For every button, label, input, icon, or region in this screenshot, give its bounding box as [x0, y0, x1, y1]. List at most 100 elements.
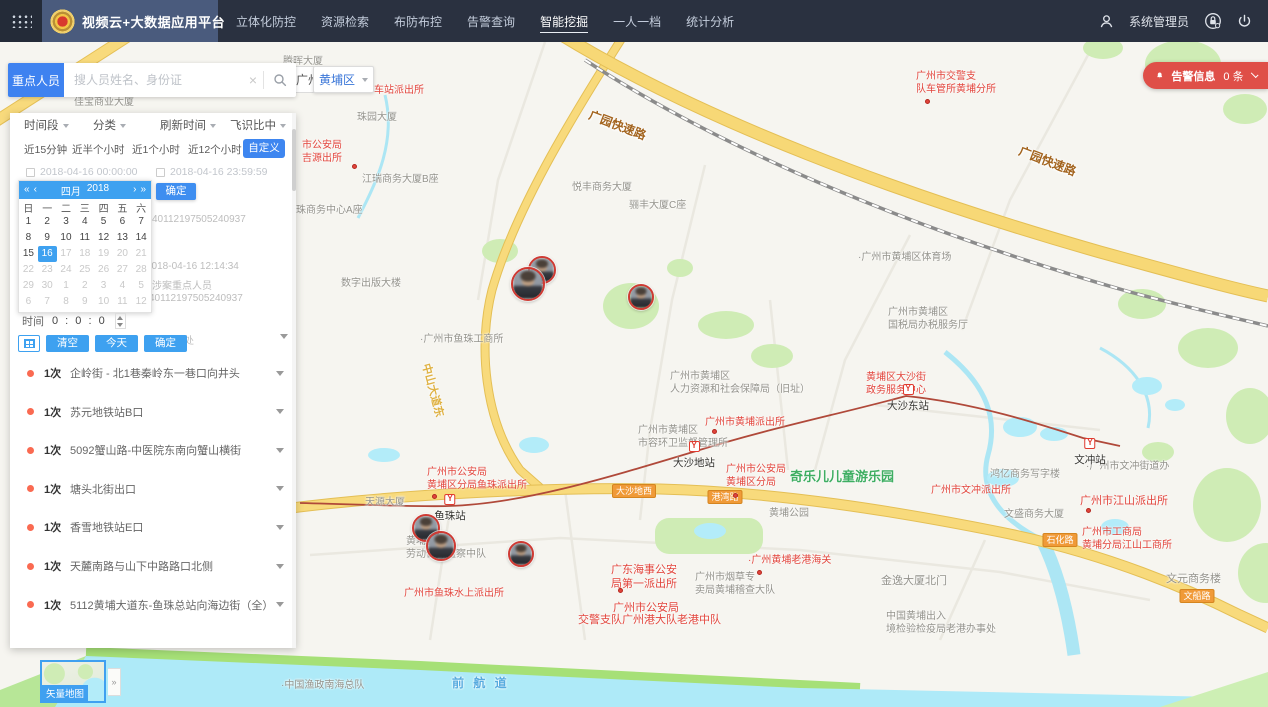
minimap-handle[interactable]: » — [108, 668, 121, 696]
calendar-day[interactable]: 22 — [19, 262, 38, 278]
menu-item[interactable]: 统计分析 — [686, 10, 734, 32]
calendar-day[interactable]: 21 — [132, 246, 151, 262]
user-icon[interactable] — [1099, 14, 1114, 29]
alert-pill[interactable]: 告警信息 0 条 — [1143, 62, 1268, 89]
calendar-day[interactable]: 11 — [113, 294, 132, 310]
calendar-day[interactable]: 30 — [38, 278, 57, 294]
calendar-day[interactable]: 1 — [57, 278, 76, 294]
calendar-day[interactable]: 6 — [19, 294, 38, 310]
power-icon[interactable] — [1237, 14, 1252, 29]
calendar-day[interactable]: 2 — [75, 278, 94, 294]
calendar-day[interactable]: 15 — [19, 246, 38, 262]
person-photo-marker[interactable] — [426, 531, 456, 561]
person-photo-marker[interactable] — [628, 284, 654, 310]
chevron-down-icon[interactable] — [276, 448, 284, 453]
calendar-day[interactable]: 8 — [57, 294, 76, 310]
filter-dropdown[interactable]: 刷新时间 — [160, 117, 216, 133]
list-item[interactable]: 1次企岭街 - 北1巷秦岭东一巷口向井头 — [10, 356, 296, 390]
calendar-day[interactable]: 10 — [94, 294, 113, 310]
calendar-day[interactable]: 8 — [19, 230, 38, 246]
chevron-down-icon[interactable] — [276, 602, 284, 607]
chevron-down-icon[interactable] — [1250, 70, 1258, 78]
calendar-button[interactable]: 清空 — [46, 335, 89, 352]
calendar-day[interactable]: 10 — [57, 230, 76, 246]
menu-item[interactable]: 告警查询 — [467, 10, 515, 32]
calendar-day[interactable]: 12 — [94, 230, 113, 246]
calendar-day[interactable]: 19 — [94, 246, 113, 262]
quick-range[interactable]: 近15分钟 — [24, 142, 67, 157]
calendar-day[interactable]: 3 — [94, 278, 113, 294]
chevron-down-icon[interactable] — [276, 371, 284, 376]
calendar-day[interactable]: 20 — [113, 246, 132, 262]
list-item[interactable]: 1次苏元地铁站B口 — [10, 395, 296, 429]
calendar-day[interactable]: 29 — [19, 278, 38, 294]
calendar-day[interactable]: 9 — [75, 294, 94, 310]
next-year-icon[interactable]: » — [140, 181, 146, 199]
calendar-day[interactable]: 7 — [132, 214, 151, 230]
calendar-day[interactable]: 28 — [132, 262, 151, 278]
calendar-day[interactable]: 1 — [19, 214, 38, 230]
list-item[interactable]: 1次香雪地铁站E口 — [10, 510, 296, 544]
chevron-down-icon[interactable] — [276, 486, 284, 491]
prev-month-icon[interactable]: ‹ — [34, 181, 37, 199]
menu-item[interactable]: 智能挖掘 — [540, 10, 588, 33]
range-start-value[interactable]: 2018-04-16 00:00:00 — [40, 166, 138, 178]
custom-range-button[interactable]: 自定义 — [243, 139, 285, 158]
filter-dropdown[interactable]: 时间段 — [24, 117, 69, 133]
panel-scrollbar[interactable] — [292, 113, 296, 648]
menu-item[interactable]: 一人一档 — [613, 10, 661, 32]
search-tag-button[interactable]: 重点人员 — [8, 63, 64, 97]
username-label[interactable]: 系统管理员 — [1129, 13, 1189, 30]
calendar-day[interactable]: 17 — [57, 246, 76, 262]
calendar-day[interactable]: 13 — [113, 230, 132, 246]
list-item[interactable]: 1次天麓南路与山下中路路口北侧 — [10, 549, 296, 583]
menu-item[interactable]: 立体化防控 — [236, 10, 296, 32]
calendar-day[interactable]: 16 — [38, 246, 57, 262]
calendar-day[interactable]: 18 — [75, 246, 94, 262]
prev-year-icon[interactable]: « — [24, 181, 30, 199]
calendar-button[interactable]: 确定 — [144, 335, 187, 352]
time-stepper[interactable] — [115, 313, 126, 329]
calendar-day[interactable]: 7 — [38, 294, 57, 310]
calendar-day[interactable]: 23 — [38, 262, 57, 278]
calendar-day[interactable]: 6 — [113, 214, 132, 230]
calendar-day[interactable]: 27 — [113, 262, 132, 278]
checkbox-start[interactable] — [26, 168, 35, 177]
calendar-button[interactable]: 今天 — [95, 335, 138, 352]
list-item[interactable]: 1次5112黄埔大道东-鱼珠总站向海边街（全） — [10, 588, 296, 622]
search-icon[interactable] — [264, 73, 296, 87]
calendar-day[interactable]: 2 — [38, 214, 57, 230]
calendar-day[interactable]: 11 — [75, 230, 94, 246]
chevron-down-icon[interactable] — [276, 564, 284, 569]
calendar-day[interactable]: 26 — [94, 262, 113, 278]
time-value[interactable]: 0 : 0 : 0 — [52, 315, 107, 327]
filter-dropdown[interactable]: 分类 — [93, 117, 126, 133]
calendar-day[interactable]: 3 — [57, 214, 76, 230]
clear-icon[interactable]: × — [243, 72, 263, 88]
menu-item[interactable]: 资源检索 — [321, 10, 369, 32]
list-item[interactable]: 1次塘头北街出口 — [10, 472, 296, 506]
filter-dropdown[interactable]: 飞识比中 — [230, 117, 286, 133]
security-settings-icon[interactable] — [1204, 12, 1222, 30]
range-end-value[interactable]: 2018-04-16 23:59:59 — [170, 166, 268, 178]
checkbox-end[interactable] — [156, 168, 165, 177]
calendar-day[interactable]: 5 — [132, 278, 151, 294]
calendar-day[interactable]: 24 — [57, 262, 76, 278]
app-grid-button[interactable] — [0, 0, 42, 42]
calendar-day[interactable]: 12 — [132, 294, 151, 310]
district-dropdown[interactable]: 黄埔区 — [313, 66, 374, 93]
chevron-down-icon[interactable] — [276, 409, 284, 414]
calendar-day[interactable]: 25 — [75, 262, 94, 278]
person-photo-marker[interactable] — [508, 541, 534, 567]
calendar-day[interactable]: 4 — [113, 278, 132, 294]
range-confirm-button[interactable]: 确定 — [156, 183, 196, 200]
calendar-day[interactable]: 14 — [132, 230, 151, 246]
quick-range[interactable]: 近12个小时 — [188, 142, 242, 157]
person-photo-marker[interactable] — [511, 267, 545, 301]
list-item[interactable]: 1次5092蟹山路-中医院东南向蟹山横街 — [10, 433, 296, 467]
calendar-day[interactable]: 4 — [75, 214, 94, 230]
calendar-day[interactable]: 9 — [38, 230, 57, 246]
calendar-grid-button[interactable] — [18, 335, 40, 352]
quick-range[interactable]: 近半个小时 — [72, 142, 125, 157]
search-input[interactable] — [64, 73, 243, 87]
